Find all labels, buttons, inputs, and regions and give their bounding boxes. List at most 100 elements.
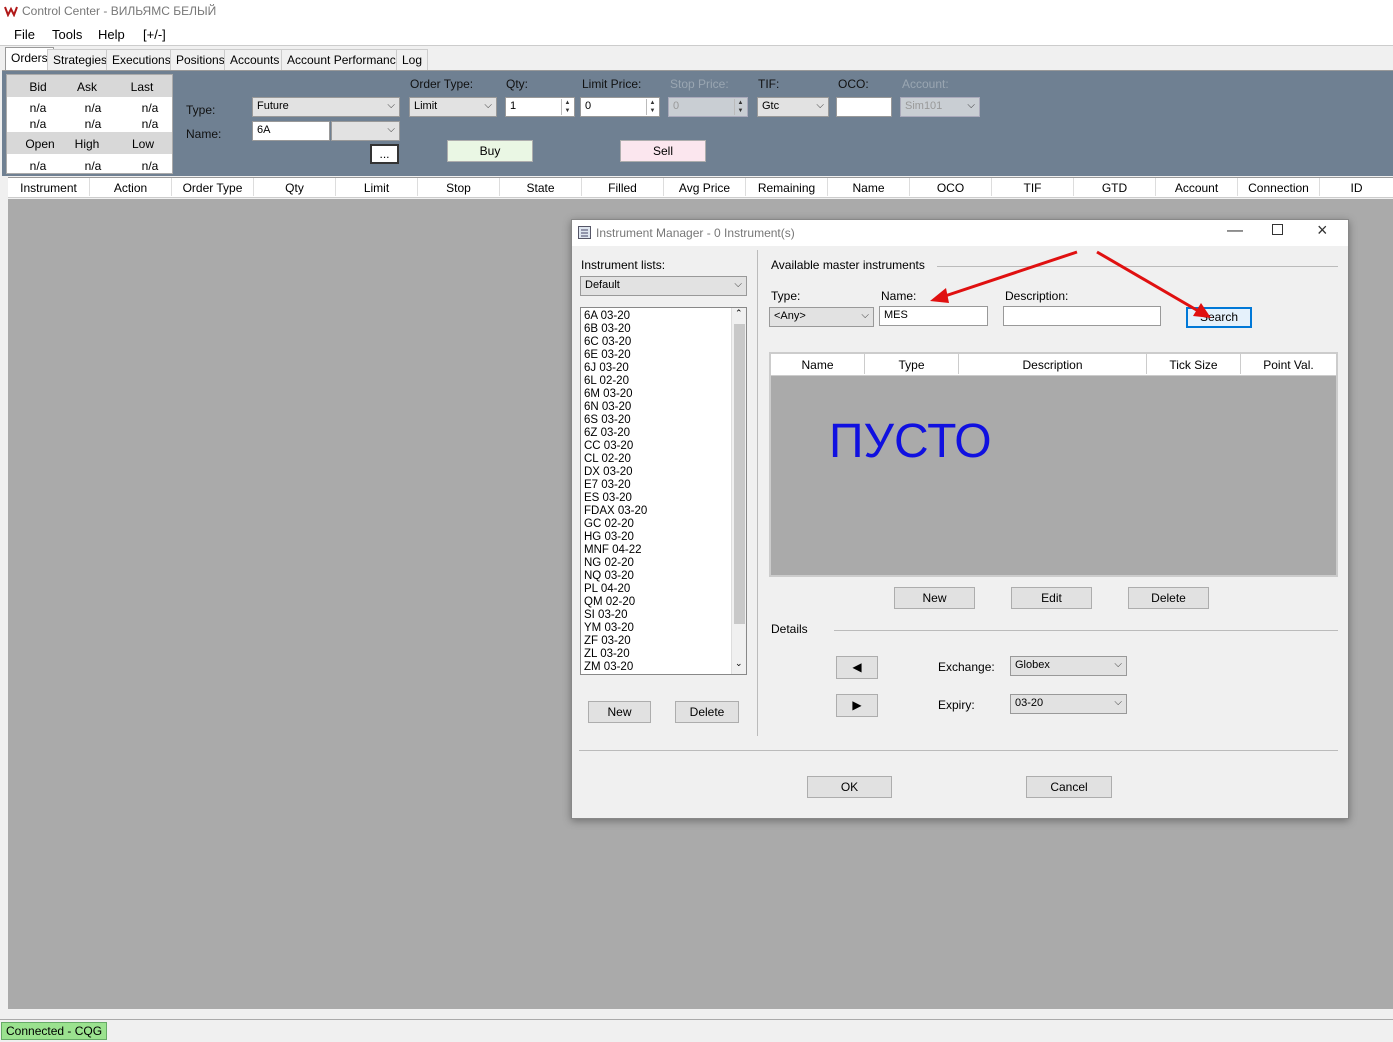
instrument-list-item[interactable]: 6M 03-20 — [581, 388, 731, 401]
master-type-select[interactable]: <Any> ⌵ — [769, 307, 874, 327]
chevron-up-icon[interactable]: ⌃ — [735, 308, 743, 319]
instrument-list-item[interactable]: 6C 03-20 — [581, 336, 731, 349]
chevron-down-icon[interactable]: ⌄ — [735, 658, 743, 669]
prev-button[interactable]: ◀ — [836, 656, 878, 679]
master-delete-button[interactable]: Delete — [1128, 587, 1209, 609]
instrument-list-item[interactable]: 6L 02-20 — [581, 375, 731, 388]
results-col-name[interactable]: Name — [771, 354, 865, 374]
buy-button[interactable]: Buy — [447, 140, 533, 162]
ok-button[interactable]: OK — [807, 776, 892, 798]
limit-price-stepper[interactable]: 0 ▲ ▼ — [580, 97, 660, 117]
instrument-items: 6A 03-20 6B 03-20 6C 03-20 6E 03-20 6J 03-20… — [581, 310, 731, 674]
list-delete-button[interactable]: Delete — [675, 701, 739, 723]
instrument-listbox[interactable]: 6A 03-20 6B 03-20 6C 03-20 6E 03-20 6J 03-20… — [580, 307, 747, 675]
master-name-input[interactable]: MES — [879, 306, 988, 326]
col-filled[interactable]: Filled — [582, 178, 664, 196]
exchange-select[interactable]: Globex ⌵ — [1010, 656, 1127, 676]
instrument-list-item[interactable]: YM 03-20 — [581, 622, 731, 635]
instrument-list-item[interactable]: 6Z 03-20 — [581, 427, 731, 440]
col-name[interactable]: Name — [828, 178, 910, 196]
tab-accounts[interactable]: Accounts — [224, 49, 286, 70]
instrument-list-item[interactable]: DX 03-20 — [581, 466, 731, 479]
instrument-list-item[interactable]: PL 04-20 — [581, 583, 731, 596]
instrument-list-item[interactable]: CC 03-20 — [581, 440, 731, 453]
col-state[interactable]: State — [500, 178, 582, 196]
col-oco[interactable]: OCO — [910, 178, 992, 196]
instrument-list-item[interactable]: 6N 03-20 — [581, 401, 731, 414]
col-account[interactable]: Account — [1156, 178, 1238, 196]
instrument-list-item[interactable]: CL 02-20 — [581, 453, 731, 466]
instrument-list-item[interactable]: 6E 03-20 — [581, 349, 731, 362]
sell-button[interactable]: Sell — [620, 140, 706, 162]
list-scrollbar[interactable]: ⌃ ⌄ — [731, 308, 746, 674]
col-order-type[interactable]: Order Type — [172, 178, 254, 196]
scrollbar-thumb[interactable] — [734, 324, 745, 624]
instrument-list-item[interactable]: ES 03-20 — [581, 492, 731, 505]
col-connection[interactable]: Connection — [1238, 178, 1320, 196]
instrument-list-item[interactable]: GC 02-20 — [581, 518, 731, 531]
instrument-list-item[interactable]: NQ 03-20 — [581, 570, 731, 583]
tab-account-performance[interactable]: Account Performance — [281, 49, 409, 70]
instrument-list-item[interactable]: NG 02-20 — [581, 557, 731, 570]
col-gtd[interactable]: GTD — [1074, 178, 1156, 196]
instrument-list-item[interactable]: E7 03-20 — [581, 479, 731, 492]
master-new-button[interactable]: New — [894, 587, 975, 609]
instrument-list-item[interactable]: FDAX 03-20 — [581, 505, 731, 518]
minimize-icon[interactable]: — — [1227, 222, 1243, 240]
name-input[interactable]: 6A — [252, 121, 330, 141]
col-limit[interactable]: Limit — [336, 178, 418, 196]
instrument-list-select[interactable]: Default ⌵ — [580, 276, 747, 296]
col-avg-price[interactable]: Avg Price — [664, 178, 746, 196]
col-stop[interactable]: Stop — [418, 178, 500, 196]
instrument-list-item[interactable]: ZM 03-20 — [581, 661, 731, 674]
col-id[interactable]: ID — [1320, 178, 1393, 196]
instrument-list-item[interactable]: 6A 03-20 — [581, 310, 731, 323]
col-instrument[interactable]: Instrument — [8, 178, 90, 196]
tab-executions[interactable]: Executions — [106, 49, 177, 70]
tab-strategies[interactable]: Strategies — [47, 49, 114, 70]
browse-button[interactable]: ... — [370, 144, 399, 164]
menu-toggle[interactable]: [+/-] — [143, 27, 166, 42]
results-table[interactable]: Name Type Description Tick Size Point Va… — [769, 352, 1338, 577]
col-qty[interactable]: Qty — [254, 178, 336, 196]
results-col-description[interactable]: Description — [959, 354, 1147, 374]
tab-positions[interactable]: Positions — [170, 49, 231, 70]
cancel-button[interactable]: Cancel — [1026, 776, 1112, 798]
order-type-select[interactable]: Limit ⌵ — [409, 97, 497, 117]
description-input[interactable] — [1003, 306, 1161, 326]
spin-arrows-icon: ▲ ▼ — [734, 99, 746, 115]
menu-help[interactable]: Help — [98, 27, 125, 42]
oco-input[interactable] — [836, 97, 892, 117]
results-col-type[interactable]: Type — [865, 354, 959, 374]
search-button[interactable]: Search — [1186, 307, 1252, 328]
type-select[interactable]: Future ⌵ — [252, 97, 400, 117]
instrument-list-item[interactable]: 6S 03-20 — [581, 414, 731, 427]
results-col-tick-size[interactable]: Tick Size — [1147, 354, 1241, 374]
menu-tools[interactable]: Tools — [52, 27, 82, 42]
instrument-list-item[interactable]: 6B 03-20 — [581, 323, 731, 336]
instrument-list-item[interactable]: QM 02-20 — [581, 596, 731, 609]
close-icon[interactable]: × — [1317, 220, 1328, 241]
name-dropdown[interactable]: ⌵ — [331, 121, 400, 141]
menu-file[interactable]: File — [14, 27, 35, 42]
col-action[interactable]: Action — [90, 178, 172, 196]
instrument-list-item[interactable]: SI 03-20 — [581, 609, 731, 622]
spin-arrows-icon[interactable]: ▲ ▼ — [646, 99, 658, 115]
instrument-list-item[interactable]: MNF 04-22 — [581, 544, 731, 557]
results-col-point-value[interactable]: Point Val. — [1241, 354, 1336, 374]
instrument-list-item[interactable]: ZL 03-20 — [581, 648, 731, 661]
maximize-icon[interactable] — [1272, 224, 1283, 235]
col-tif[interactable]: TIF — [992, 178, 1074, 196]
qty-stepper[interactable]: 1 ▲ ▼ — [505, 97, 575, 117]
instrument-list-item[interactable]: ZF 03-20 — [581, 635, 731, 648]
tif-select[interactable]: Gtc ⌵ — [757, 97, 829, 117]
instrument-list-item[interactable]: 6J 03-20 — [581, 362, 731, 375]
col-remaining[interactable]: Remaining — [746, 178, 828, 196]
next-button[interactable]: ▶ — [836, 694, 878, 717]
tab-log[interactable]: Log — [396, 49, 429, 70]
list-new-button[interactable]: New — [588, 701, 651, 723]
expiry-select[interactable]: 03-20 ⌵ — [1010, 694, 1127, 714]
spin-arrows-icon[interactable]: ▲ ▼ — [561, 99, 573, 115]
instrument-list-item[interactable]: HG 03-20 — [581, 531, 731, 544]
master-edit-button[interactable]: Edit — [1011, 587, 1092, 609]
